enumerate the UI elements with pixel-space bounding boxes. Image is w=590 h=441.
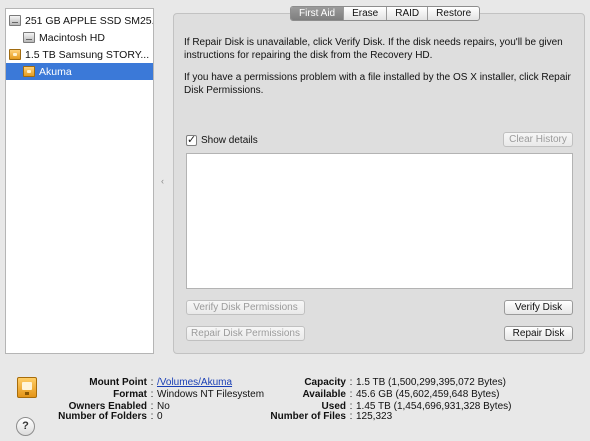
show-details-label: Show details	[201, 135, 258, 146]
verify-disk-permissions-button[interactable]: Verify Disk Permissions	[186, 300, 305, 315]
external-volume-icon	[23, 66, 35, 77]
tab-raid[interactable]: RAID	[386, 7, 427, 20]
tab-bar: First Aid Erase RAID Restore	[290, 6, 481, 21]
splitter-handle-icon[interactable]: ‹	[161, 176, 164, 186]
sidebar-item-label: 1.5 TB Samsung STORY...	[25, 48, 150, 61]
checkbox-checked-icon	[186, 133, 197, 146]
first-aid-description-permissions: If you have a permissions problem with a…	[184, 72, 571, 96]
sidebar-item-label: Akuma	[39, 65, 72, 78]
tab-restore[interactable]: Restore	[427, 7, 479, 20]
verify-disk-button[interactable]: Verify Disk	[504, 300, 573, 315]
internal-disk-icon	[9, 15, 21, 26]
info-available: Available:45.6 GB (45,602,459,648 Bytes)	[302, 389, 500, 400]
details-log-area[interactable]	[186, 153, 573, 289]
repair-disk-permissions-button[interactable]: Repair Disk Permissions	[186, 326, 305, 341]
external-disk-icon	[9, 49, 21, 60]
sidebar-item-label: Macintosh HD	[39, 31, 105, 44]
sidebar-item-akuma[interactable]: Akuma	[6, 63, 153, 80]
info-number-of-files: Number of Files:125,323	[270, 411, 393, 422]
first-aid-description-verify: If Repair Disk is unavailable, click Ver…	[184, 37, 563, 61]
show-details-checkbox[interactable]: Show details	[186, 133, 258, 146]
info-mount-point: Mount Point:/Volumes/Akuma	[89, 377, 233, 388]
disk-list-sidebar: 251 GB APPLE SSD SM25... Macintosh HD 1.…	[5, 8, 154, 354]
tab-erase[interactable]: Erase	[343, 7, 386, 20]
help-button[interactable]: ?	[16, 417, 35, 436]
tab-first-aid[interactable]: First Aid	[291, 7, 344, 20]
clear-history-button[interactable]: Clear History	[503, 132, 573, 147]
sidebar-item-macintosh-hd[interactable]: Macintosh HD	[6, 29, 153, 46]
internal-volume-icon	[23, 32, 35, 43]
sidebar-item-apple-ssd[interactable]: 251 GB APPLE SSD SM25...	[6, 12, 153, 29]
first-aid-panel: If Repair Disk is unavailable, click Ver…	[173, 13, 585, 354]
info-capacity: Capacity:1.5 TB (1,500,299,395,072 Bytes…	[304, 377, 506, 388]
sidebar-item-label: 251 GB APPLE SSD SM25...	[25, 14, 153, 27]
sidebar-item-samsung-story[interactable]: 1.5 TB Samsung STORY...	[6, 46, 153, 63]
repair-disk-button[interactable]: Repair Disk	[504, 326, 573, 341]
